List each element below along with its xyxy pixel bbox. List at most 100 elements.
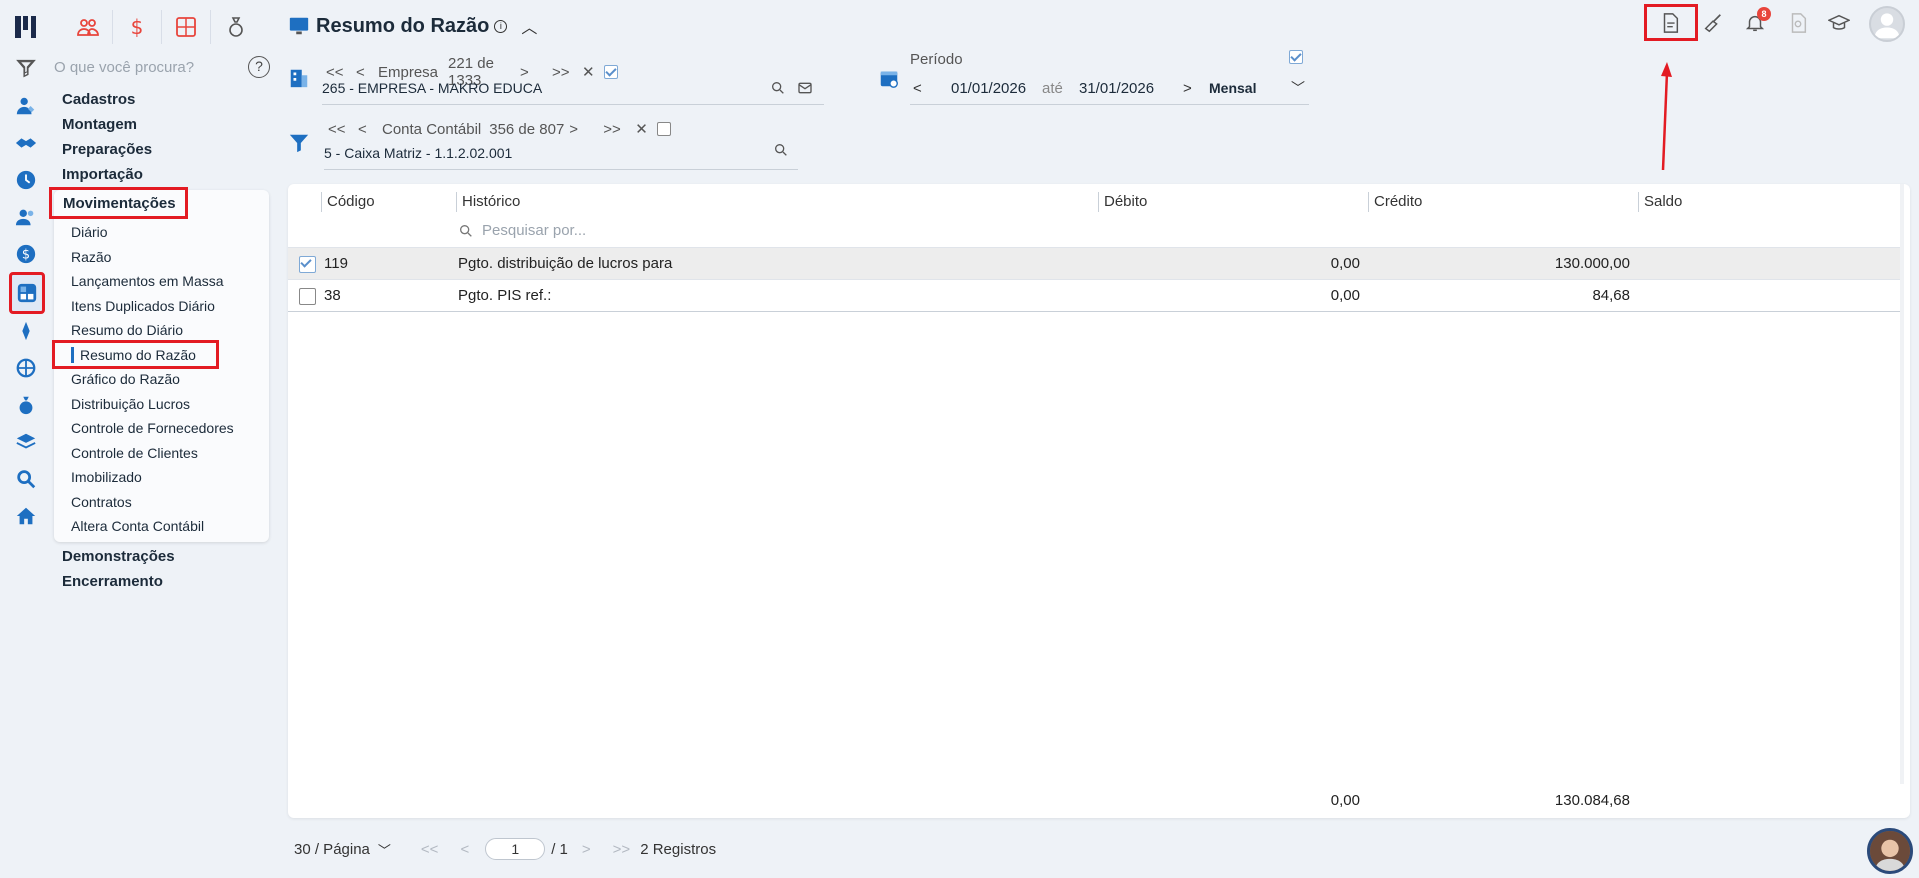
menu-encerramento[interactable]: Encerramento: [62, 573, 163, 590]
periodo-mode[interactable]: Mensal: [1209, 80, 1291, 96]
sub-item-grafico-razao[interactable]: Gráfico do Razão: [71, 371, 180, 387]
row-checkbox[interactable]: [299, 288, 316, 305]
sub-item-controle-fornecedores[interactable]: Controle de Fornecedores: [71, 420, 234, 436]
col-header-saldo[interactable]: Saldo: [1638, 192, 1682, 212]
table-row[interactable]: 38 Pgto. PIS ref.: 0,00 84,68: [288, 279, 1904, 311]
empresa-value[interactable]: 265 - EMPRESA - MAKRO EDUCA: [322, 80, 542, 96]
conta-label: Conta Contábil: [382, 120, 482, 138]
page-header: Resumo do Razão i ︿: [288, 14, 537, 38]
menu-preparacoes[interactable]: Preparações: [62, 141, 152, 158]
col-header-codigo[interactable]: Código: [321, 192, 375, 212]
empresa-last-button[interactable]: >>: [552, 64, 582, 81]
periodo-prev-button[interactable]: <: [913, 80, 951, 97]
conta-next-button[interactable]: >: [569, 121, 603, 138]
accounting-module-icon[interactable]: [9, 272, 45, 314]
sub-item-altera-conta[interactable]: Altera Conta Contábil: [71, 518, 204, 534]
row-checkbox[interactable]: [299, 256, 316, 273]
empresa-prev-button[interactable]: <: [356, 64, 378, 81]
network-icon[interactable]: [10, 352, 42, 384]
clock-icon[interactable]: [10, 164, 42, 196]
sidebar-search[interactable]: O que você procura? ?: [18, 54, 270, 80]
sub-item-resumo-diario[interactable]: Resumo do Diário: [71, 322, 183, 338]
empresa-search-icon[interactable]: [770, 80, 786, 96]
sub-item-distribuicao-lucros[interactable]: Distribuição Lucros: [71, 396, 190, 412]
cell-debito: 0,00: [1330, 255, 1360, 272]
per-page-chevron-icon[interactable]: ﹀: [378, 840, 391, 859]
periodo-next-button[interactable]: >: [1183, 80, 1209, 97]
user-register-icon[interactable]: [10, 90, 42, 122]
vertical-scrollbar[interactable]: [1900, 184, 1904, 784]
grid-search-placeholder[interactable]: Pesquisar por...: [482, 222, 586, 239]
calculator-module-icon[interactable]: [162, 10, 211, 44]
mail-icon[interactable]: [797, 80, 813, 96]
empresa-next-button[interactable]: >: [520, 64, 552, 81]
menu-importacao[interactable]: Importação: [62, 166, 143, 183]
sub-item-controle-clientes[interactable]: Controle de Clientes: [71, 445, 198, 461]
next-page-button[interactable]: >: [582, 841, 591, 858]
sub-item-razao[interactable]: Razão: [71, 249, 111, 265]
graduation-cap-icon[interactable]: [1825, 9, 1853, 37]
prev-page-button[interactable]: <: [460, 841, 469, 858]
info-icon[interactable]: i: [494, 19, 508, 33]
menu-montagem[interactable]: Montagem: [62, 116, 137, 133]
periodo-checkbox[interactable]: [1289, 50, 1303, 64]
conta-value[interactable]: 5 - Caixa Matriz - 1.1.2.02.001: [324, 145, 512, 161]
pen-icon[interactable]: [10, 315, 42, 347]
filter-icon: [18, 61, 34, 74]
empresa-clear-button[interactable]: ✕: [582, 63, 604, 81]
collapse-chevron-icon[interactable]: ︿: [521, 14, 537, 38]
assistant-avatar[interactable]: [1867, 828, 1913, 874]
empresa-first-button[interactable]: <<: [326, 64, 356, 81]
sub-item-contratos[interactable]: Contratos: [71, 494, 132, 510]
col-header-credito[interactable]: Crédito: [1368, 192, 1422, 212]
sub-item-diario[interactable]: Diário: [71, 224, 108, 240]
layers-icon[interactable]: [10, 426, 42, 458]
home-icon[interactable]: [10, 500, 42, 532]
sub-item-resumo-razao[interactable]: Resumo do Razão: [80, 347, 196, 363]
grid-search-filter[interactable]: Pesquisar por...: [458, 222, 586, 239]
periodo-to[interactable]: 31/01/2026: [1079, 80, 1183, 97]
empresa-checkbox[interactable]: [604, 65, 619, 79]
calendar-icon: [880, 71, 898, 88]
conta-last-button[interactable]: >>: [603, 121, 635, 138]
page-input[interactable]: 1: [485, 838, 546, 860]
per-page-select[interactable]: 30 / Página: [294, 841, 370, 858]
cell-credito: 84,68: [1592, 287, 1630, 304]
help-icon[interactable]: ?: [248, 56, 270, 78]
money-bag-icon[interactable]: [10, 389, 42, 421]
menu-cadastros[interactable]: Cadastros: [62, 91, 135, 108]
handshake-icon[interactable]: [10, 127, 42, 159]
broom-icon[interactable]: [1699, 9, 1727, 37]
last-page-button[interactable]: >>: [613, 841, 631, 858]
sidebar-search-placeholder[interactable]: O que você procura?: [54, 59, 194, 76]
users-icon[interactable]: [10, 201, 42, 233]
col-header-debito[interactable]: Débito: [1098, 192, 1147, 212]
search-icon[interactable]: [10, 463, 42, 495]
col-header-historico[interactable]: Histórico: [456, 192, 520, 212]
sub-item-itens-duplicados[interactable]: Itens Duplicados Diário: [71, 298, 215, 314]
first-page-button[interactable]: <<: [421, 841, 439, 858]
conta-clear-button[interactable]: ✕: [635, 120, 657, 138]
conta-checkbox[interactable]: [657, 122, 672, 136]
periodo-from[interactable]: 01/01/2026: [951, 80, 1042, 97]
user-avatar[interactable]: [1869, 6, 1905, 42]
sub-item-lancamentos[interactable]: Lançamentos em Massa: [71, 273, 224, 289]
building-icon: [290, 69, 308, 88]
periodo-mode-chevron-icon[interactable]: ﹀: [1291, 78, 1305, 98]
bag-module-icon[interactable]: [211, 10, 260, 44]
finance-module-icon[interactable]: $: [113, 10, 162, 44]
conta-first-button[interactable]: <<: [328, 121, 358, 138]
bell-icon[interactable]: 8: [1741, 7, 1771, 37]
report-document-icon[interactable]: [1656, 9, 1684, 37]
menu-demonstracoes[interactable]: Demonstrações: [62, 548, 175, 565]
menu-movimentacoes[interactable]: Movimentações: [63, 195, 176, 212]
dollar-icon[interactable]: $: [10, 238, 42, 270]
table-row[interactable]: 119 Pgto. distribuição de lucros para 0,…: [288, 247, 1904, 279]
sub-item-imobilizado[interactable]: Imobilizado: [71, 469, 142, 485]
conta-prev-button[interactable]: <: [358, 121, 382, 138]
app-logo[interactable]: [12, 12, 42, 42]
page-title: Resumo do Razão: [316, 14, 490, 37]
document-search-icon[interactable]: [1784, 9, 1812, 37]
conta-search-icon[interactable]: [773, 142, 789, 158]
people-module-icon[interactable]: [64, 10, 113, 44]
